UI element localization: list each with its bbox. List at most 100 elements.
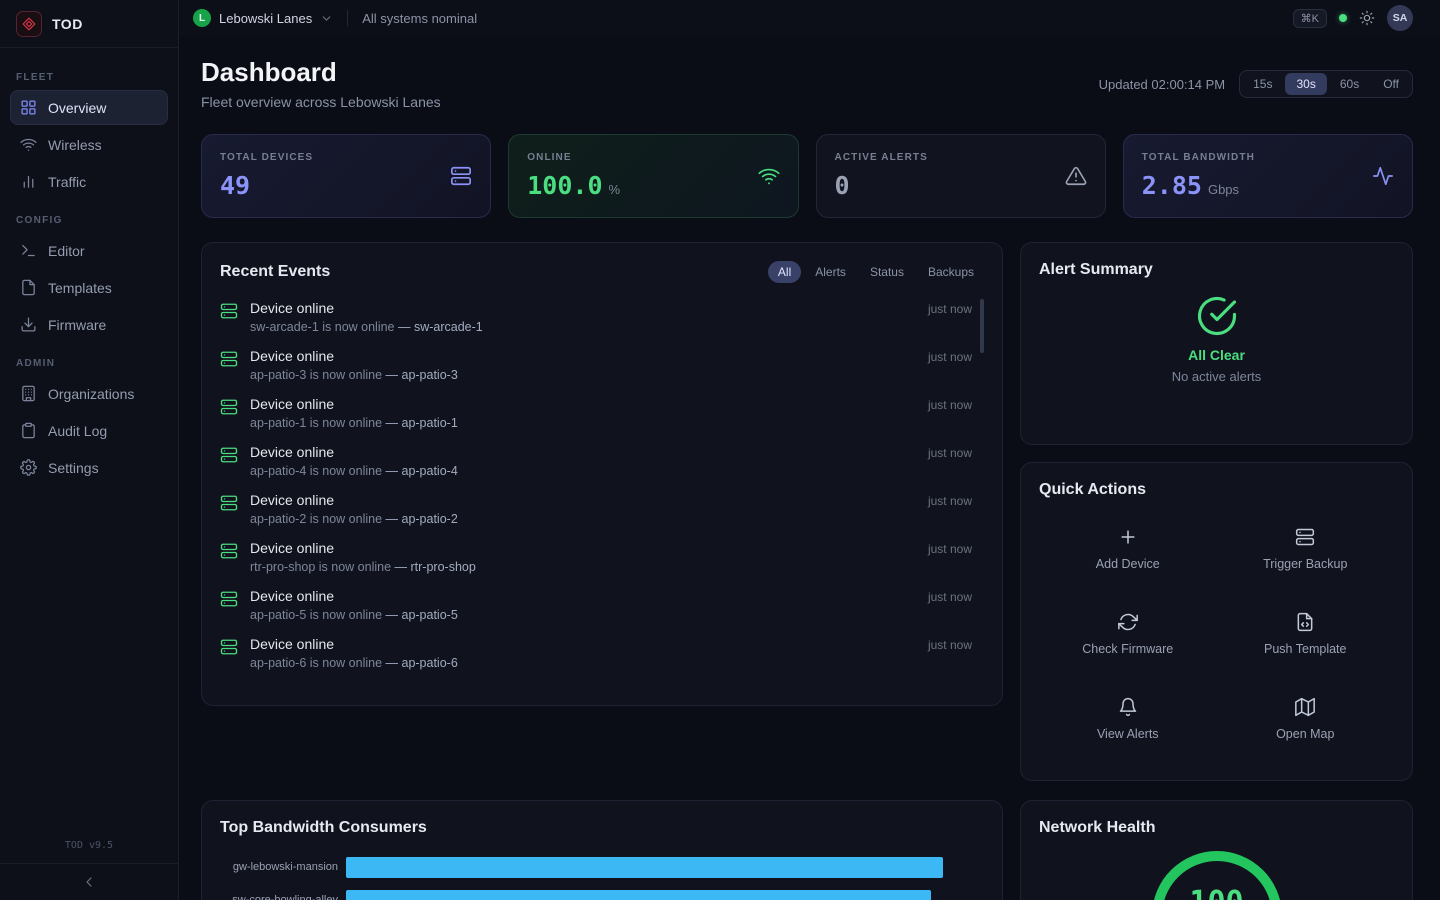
refresh-option-off[interactable]: Off (1372, 73, 1410, 95)
sidebar-item-organizations[interactable]: Organizations (10, 376, 168, 411)
quick-action-label: Trigger Backup (1263, 557, 1347, 571)
server-icon (220, 302, 238, 320)
sidebar-item-label: Traffic (48, 174, 86, 190)
event-device-tag: — rtr-pro-shop (395, 560, 476, 574)
event-detail: ap-patio-5 is now online — ap-patio-5 (250, 608, 458, 622)
stat-label: TOTAL BANDWIDTH (1142, 152, 1255, 163)
event-title: Device online (250, 348, 458, 364)
event-detail: ap-patio-3 is now online — ap-patio-3 (250, 368, 458, 382)
panel-title: Alert Summary (1039, 261, 1153, 278)
stat-card-total-devices: TOTAL DEVICES 49 (201, 134, 491, 218)
event-device-tag: — sw-arcade-1 (398, 320, 483, 334)
bar-chart-icon (20, 173, 37, 190)
stat-value: 2.85 (1142, 171, 1202, 200)
event-device-tag: — ap-patio-1 (386, 416, 458, 430)
event-title: Device online (250, 492, 458, 508)
alert-summary-panel: Alert Summary All Clear No active alerts (1020, 242, 1413, 445)
quick-action-label: Check Firmware (1082, 642, 1173, 656)
bandwidth-row: sw-core-bowling-alley (220, 890, 984, 900)
event-title: Device online (250, 300, 483, 316)
server-icon (220, 446, 238, 464)
quick-action-label: View Alerts (1097, 727, 1159, 741)
quick-action-label: Open Map (1276, 727, 1334, 741)
sidebar-item-label: Firmware (48, 317, 106, 333)
tab-all[interactable]: All (768, 261, 801, 283)
event-title: Device online (250, 540, 476, 556)
app-logo: TOD (0, 0, 178, 48)
refresh-option-15s[interactable]: 15s (1242, 73, 1283, 95)
server-icon (220, 398, 238, 416)
sidebar-item-label: Templates (48, 280, 112, 296)
chevron-left-icon (81, 874, 97, 890)
user-avatar[interactable]: SA (1387, 5, 1413, 31)
event-detail: ap-patio-6 is now online — ap-patio-6 (250, 656, 458, 670)
stat-unit: % (609, 182, 621, 197)
event-device-tag: — ap-patio-4 (386, 464, 458, 478)
panel-title: Top Bandwidth Consumers (220, 819, 427, 836)
sidebar-item-label: Organizations (48, 386, 134, 402)
quick-action-view-alerts[interactable]: View Alerts (1039, 677, 1217, 762)
tab-alerts[interactable]: Alerts (805, 261, 856, 283)
event-device-tag: — ap-patio-3 (386, 368, 458, 382)
scrollbar-thumb[interactable] (980, 299, 984, 353)
sidebar-item-wireless[interactable]: Wireless (10, 127, 168, 162)
sidebar-item-traffic[interactable]: Traffic (10, 164, 168, 199)
event-detail: rtr-pro-shop is now online — rtr-pro-sho… (250, 560, 476, 574)
sidebar-item-label: Wireless (48, 137, 102, 153)
quick-action-add-device[interactable]: Add Device (1039, 507, 1217, 592)
refresh-icon (1118, 612, 1138, 632)
section-label-fleet: FLEET (16, 72, 162, 83)
org-selector[interactable]: L Lebowski Lanes (193, 9, 333, 27)
page-subtitle: Fleet overview across Lebowski Lanes (201, 94, 441, 110)
event-row: Device online ap-patio-4 is now online —… (220, 437, 972, 485)
tab-backups[interactable]: Backups (918, 261, 984, 283)
tab-status[interactable]: Status (860, 261, 914, 283)
event-device-tag: — ap-patio-5 (386, 608, 458, 622)
recent-events-panel: Recent Events All Alerts Status Backups (201, 242, 1003, 706)
quick-action-check-firmware[interactable]: Check Firmware (1039, 592, 1217, 677)
event-row: Device online ap-patio-1 is now online —… (220, 389, 972, 437)
sidebar-collapse-button[interactable] (0, 863, 178, 900)
event-row: Device online ap-patio-6 is now online —… (220, 629, 972, 677)
file-code-icon (1295, 612, 1315, 632)
event-list: Device online sw-arcade-1 is now online … (220, 293, 984, 685)
quick-action-label: Push Template (1264, 642, 1346, 656)
stat-card-active-alerts: ACTIVE ALERTS 0 (816, 134, 1106, 218)
event-row: Device online just now (220, 677, 972, 685)
sidebar-item-audit-log[interactable]: Audit Log (10, 413, 168, 448)
chevron-down-icon (320, 12, 333, 25)
refresh-option-30s[interactable]: 30s (1285, 73, 1326, 95)
bandwidth-device-label: sw-core-bowling-alley (220, 894, 338, 900)
quick-action-trigger-backup[interactable]: Trigger Backup (1217, 507, 1395, 592)
event-timestamp: just now (928, 396, 972, 412)
server-icon (1295, 527, 1315, 547)
quick-action-open-map[interactable]: Open Map (1217, 677, 1395, 762)
clipboard-icon (20, 422, 37, 439)
wifi-icon (20, 136, 37, 153)
sidebar-item-editor[interactable]: Editor (10, 233, 168, 268)
event-filter-tabs: All Alerts Status Backups (768, 261, 984, 283)
network-health-gauge: 100 (1152, 851, 1282, 900)
map-icon (1295, 697, 1315, 717)
event-device-tag: — ap-patio-6 (386, 656, 458, 670)
bell-icon (1118, 697, 1138, 717)
wifi-icon (758, 165, 780, 187)
sidebar-item-overview[interactable]: Overview (10, 90, 168, 125)
sidebar: TOD FLEET Overview Wireless Traffic CONF… (0, 0, 179, 900)
sidebar-item-firmware[interactable]: Firmware (10, 307, 168, 342)
refresh-option-60s[interactable]: 60s (1329, 73, 1370, 95)
event-detail: ap-patio-1 is now online — ap-patio-1 (250, 416, 458, 430)
bandwidth-bar (346, 890, 931, 900)
activity-icon (1372, 165, 1394, 187)
terminal-icon (20, 242, 37, 259)
stat-label: ONLINE (527, 152, 620, 163)
network-health-panel: Network Health 100 (1020, 800, 1413, 900)
theme-toggle-sun-icon[interactable] (1359, 10, 1375, 26)
stat-label: TOTAL DEVICES (220, 152, 313, 163)
command-palette-shortcut[interactable]: ⌘K (1293, 9, 1327, 28)
sidebar-item-templates[interactable]: Templates (10, 270, 168, 305)
quick-action-push-template[interactable]: Push Template (1217, 592, 1395, 677)
server-icon (220, 542, 238, 560)
event-row: Device online rtr-pro-shop is now online… (220, 533, 972, 581)
sidebar-item-settings[interactable]: Settings (10, 450, 168, 485)
